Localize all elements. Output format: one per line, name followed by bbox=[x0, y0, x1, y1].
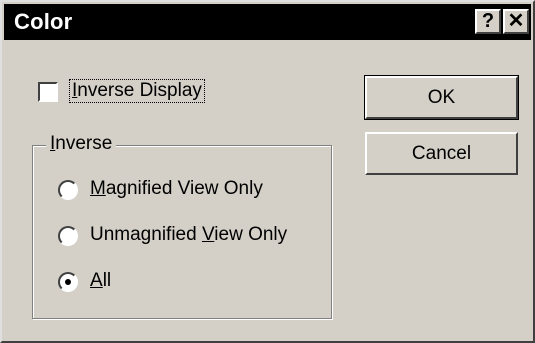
inverse-display-label[interactable]: Inverse Display bbox=[69, 79, 205, 103]
help-icon: ? bbox=[481, 10, 495, 32]
cancel-button[interactable]: Cancel bbox=[365, 132, 518, 175]
radio-button[interactable] bbox=[58, 180, 78, 200]
radio-label[interactable]: Magnified View Only bbox=[90, 178, 263, 200]
radio-label[interactable]: All bbox=[90, 270, 111, 292]
radio-button[interactable] bbox=[58, 226, 78, 246]
radio-label[interactable]: Unmagnified View Only bbox=[90, 224, 287, 246]
color-dialog: Color ? ✕ Inverse Display Inverse Magnif… bbox=[0, 0, 535, 343]
radio-selected-dot bbox=[65, 279, 71, 285]
radio-button[interactable] bbox=[58, 272, 78, 292]
ok-button[interactable]: OK bbox=[364, 75, 519, 120]
help-button[interactable]: ? bbox=[475, 9, 501, 34]
close-icon: ✕ bbox=[507, 10, 525, 32]
inverse-group-legend: Inverse bbox=[46, 133, 117, 155]
close-button[interactable]: ✕ bbox=[503, 9, 529, 34]
dialog-title: Color bbox=[14, 9, 73, 34]
title-bar[interactable]: Color ? ✕ bbox=[4, 4, 531, 40]
inverse-display-checkbox[interactable] bbox=[38, 82, 58, 102]
